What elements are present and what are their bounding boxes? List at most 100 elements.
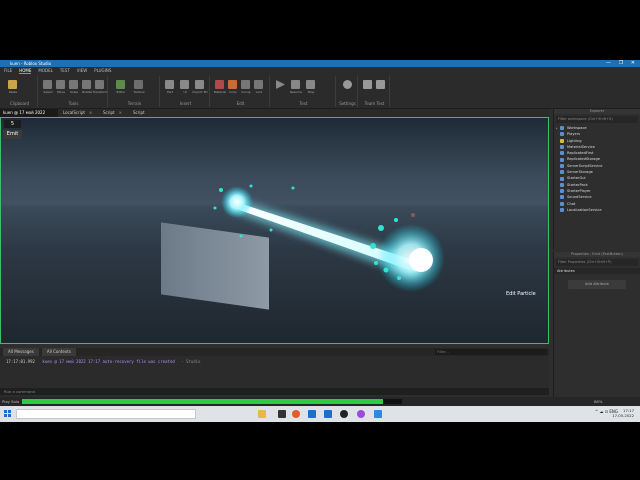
replicated-storage-icon bbox=[560, 157, 564, 162]
resume-icon[interactable]: Resume bbox=[290, 80, 302, 94]
tab-place[interactable]: kuen @ 17 мой 2022 17:17× bbox=[0, 109, 58, 123]
menu-test[interactable]: TEST bbox=[60, 67, 70, 74]
tab-localscript[interactable]: LocalScript × bbox=[60, 109, 96, 117]
status-label: Play Solo bbox=[2, 399, 20, 404]
lock-icon[interactable]: Lock bbox=[254, 80, 263, 94]
group-label-settings: Settings bbox=[339, 101, 356, 106]
transform-icon[interactable]: Transform bbox=[93, 80, 107, 94]
progress-percent: 68% bbox=[594, 399, 603, 404]
all-contexts-dropdown[interactable]: All Contexts bbox=[41, 348, 76, 356]
status-bar: Play Solo 68% bbox=[0, 397, 640, 406]
tab-server-script[interactable]: Script (ServerScriptService)× bbox=[130, 109, 186, 123]
gear-icon[interactable] bbox=[343, 80, 352, 89]
material-icon[interactable]: Material bbox=[214, 80, 226, 94]
studio-window: kuen - Roblox Studio — ❐ ✕ FILE HOME MOD… bbox=[0, 60, 640, 422]
ui-icon[interactable]: UI bbox=[180, 80, 189, 94]
window-title: kuen - Roblox Studio bbox=[10, 61, 52, 66]
file-explorer-icon[interactable] bbox=[258, 410, 266, 418]
group-label-tools: Tools bbox=[68, 101, 79, 106]
output-toolbar: All Messages All Contexts Filter... bbox=[0, 348, 549, 356]
chrome-icon[interactable] bbox=[357, 410, 365, 418]
window-controls[interactable]: — ❐ ✕ bbox=[606, 60, 638, 67]
add-attribute-button[interactable]: Add Attribute bbox=[568, 280, 626, 289]
close-icon: × bbox=[118, 110, 122, 115]
starter-player-icon bbox=[560, 189, 564, 194]
server-storage-icon bbox=[560, 170, 564, 175]
group-label-terrain: Terrain bbox=[127, 101, 142, 106]
sound-service-icon bbox=[560, 195, 564, 200]
starter-pack-icon bbox=[560, 182, 564, 187]
group-team-test: Team Test bbox=[360, 76, 390, 107]
group-edit: Material Color Group Lock Edit bbox=[212, 76, 270, 107]
windows-taskbar: ^ ☁ ⊡ ENG 17:17 17.05.2022 bbox=[0, 406, 640, 422]
3d-viewport[interactable]: 5 Emit Edit Particle bbox=[0, 117, 549, 344]
edit-particle-label[interactable]: Edit Particle bbox=[506, 291, 536, 297]
title-bar: kuen - Roblox Studio — ❐ ✕ bbox=[0, 60, 640, 67]
taskbar-search-input[interactable] bbox=[16, 409, 196, 419]
group-label-edit: Edit bbox=[236, 101, 245, 106]
output-timestamp: 17:17:01.992 bbox=[6, 359, 35, 364]
group-test: Play Resume Stop Test bbox=[272, 76, 336, 107]
properties-filter-input[interactable]: Filter Properties (Ctrl+Shift+P) bbox=[556, 259, 638, 266]
close-icon: × bbox=[88, 110, 93, 115]
store-icon[interactable] bbox=[324, 410, 332, 418]
scale-icon[interactable]: Scale bbox=[69, 80, 78, 94]
taskbar-clock[interactable]: 17:17 17.05.2022 bbox=[612, 408, 634, 418]
part-icon[interactable]: Part bbox=[165, 80, 174, 94]
menu-plugins[interactable]: PLUGINS bbox=[94, 67, 111, 74]
output-message: kuen @ 17 мой 2022 17:17 auto-recovery f… bbox=[42, 359, 175, 364]
group-icon[interactable]: Group bbox=[241, 80, 251, 94]
roblox-studio-icon[interactable] bbox=[374, 410, 382, 418]
tab-script[interactable]: Script × bbox=[100, 109, 128, 117]
windows-start-icon[interactable] bbox=[4, 410, 11, 417]
toolbox-icon[interactable]: Toolbox bbox=[133, 80, 145, 94]
group-tools: Select Move Scale Rotate Transform Tools bbox=[40, 76, 108, 107]
terrain-editor-icon[interactable]: Editor bbox=[116, 80, 125, 94]
explorer-filter-input[interactable]: Filter workspace (Ctrl+Shift+X) bbox=[556, 116, 638, 123]
move-icon[interactable]: Move bbox=[56, 80, 65, 94]
exit-game-icon[interactable] bbox=[376, 80, 385, 89]
color-icon[interactable]: Color bbox=[228, 80, 237, 94]
group-insert: Part UI Import 3D Insert bbox=[162, 76, 210, 107]
menu-model[interactable]: MODEL bbox=[38, 67, 52, 74]
lighting-icon bbox=[560, 138, 564, 143]
counter-label: 5 bbox=[4, 120, 21, 128]
localization-service-icon bbox=[560, 208, 564, 212]
import-3d-icon[interactable]: Import 3D bbox=[192, 80, 208, 94]
browser-icon[interactable] bbox=[292, 410, 300, 418]
attributes-section[interactable]: Attributes bbox=[554, 268, 640, 274]
paste-icon[interactable]: Paste bbox=[8, 80, 17, 94]
replicated-first-icon bbox=[560, 151, 564, 156]
group-label-insert: Insert bbox=[179, 101, 192, 106]
output-source: - Studio bbox=[181, 359, 201, 364]
output-filter-input[interactable]: Filter... bbox=[435, 349, 547, 355]
command-bar-input[interactable]: Run a command bbox=[0, 388, 549, 395]
output-line: 17:17:01.992 kuen @ 17 мой 2022 17:17 au… bbox=[0, 356, 549, 367]
rotate-icon[interactable]: Rotate bbox=[82, 80, 92, 94]
players-icon bbox=[560, 132, 564, 137]
stop-icon[interactable]: Stop bbox=[306, 80, 315, 94]
clock-date: 17.05.2022 bbox=[612, 413, 634, 418]
app-icon[interactable] bbox=[278, 410, 286, 418]
menu-home[interactable]: HOME bbox=[19, 67, 32, 74]
play-icon[interactable]: Play bbox=[276, 80, 285, 89]
explorer-header: Explorer bbox=[554, 109, 640, 114]
workspace-icon bbox=[560, 126, 564, 131]
tree-item-localizationservice[interactable]: LocalizationService bbox=[556, 207, 640, 213]
emit-button[interactable]: Emit bbox=[3, 130, 22, 139]
steam-icon[interactable] bbox=[340, 410, 348, 418]
group-label-team-test: Team Test bbox=[364, 101, 385, 106]
group-label-test: Test bbox=[299, 101, 308, 106]
group-settings: Settings bbox=[338, 76, 358, 107]
menu-file[interactable]: FILE bbox=[4, 67, 12, 74]
mail-icon[interactable] bbox=[308, 410, 316, 418]
menu-view[interactable]: VIEW bbox=[77, 67, 87, 74]
team-test-icon[interactable] bbox=[363, 80, 372, 89]
progress-track bbox=[22, 399, 402, 404]
group-clipboard: Paste Clipboard bbox=[2, 76, 38, 107]
all-messages-dropdown[interactable]: All Messages bbox=[3, 348, 39, 356]
explorer-panel: Explorer Filter workspace (Ctrl+Shift+X)… bbox=[553, 109, 640, 249]
select-icon[interactable]: Select bbox=[43, 80, 53, 94]
ribbon-toolbar: Paste Clipboard Select Move Scale Rotate… bbox=[0, 74, 640, 109]
group-label-clipboard: Clipboard bbox=[9, 101, 30, 106]
